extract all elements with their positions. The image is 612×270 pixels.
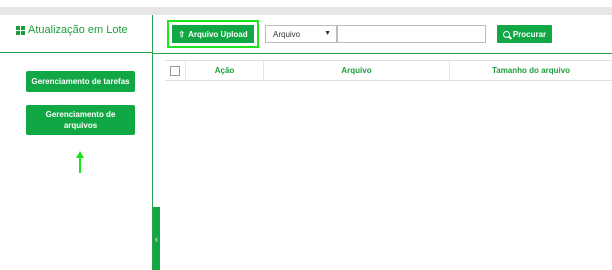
search-button[interactable]: Procurar <box>497 25 552 43</box>
upload-button[interactable]: ⇧ Arquivo Upload <box>172 25 254 43</box>
sidebar-title: Atualização em Lote <box>16 24 128 36</box>
sidebar: Atualização em Lote Gerenciamento de tar… <box>0 15 153 270</box>
search-input[interactable] <box>337 25 486 43</box>
file-table-header: Ação Arquivo Tamanho do arquivo <box>165 60 612 81</box>
upload-icon: ⇧ <box>178 29 186 39</box>
file-management-button[interactable]: Gerenciamento de arquivos <box>26 105 135 135</box>
select-all-checkbox[interactable] <box>170 65 180 76</box>
header-bar <box>0 7 612 15</box>
caret-down-icon: ▼ <box>324 30 331 37</box>
filter-select-value: Arquivo <box>273 29 301 39</box>
search-button-label: Procurar <box>512 29 547 39</box>
column-header-size: Tamanho do arquivo <box>449 61 612 80</box>
toolbar-divider <box>153 53 612 54</box>
column-header-file: Arquivo <box>263 61 449 80</box>
grid-icon <box>16 25 25 35</box>
filter-select[interactable]: Arquivo ▼ <box>265 25 337 43</box>
chevron-left-icon: ‹ <box>155 233 158 244</box>
column-header-action: Ação <box>185 61 263 80</box>
upload-button-label: Arquivo Upload <box>188 29 248 39</box>
collapse-sidebar-handle[interactable]: ‹ <box>153 207 160 270</box>
select-all-cell <box>165 61 185 80</box>
search-icon <box>502 30 510 38</box>
sidebar-divider <box>0 52 153 53</box>
sidebar-title-label: Atualização em Lote <box>28 24 128 36</box>
task-management-button[interactable]: Gerenciamento de tarefas <box>26 71 135 92</box>
arrow-up-icon <box>76 151 84 173</box>
